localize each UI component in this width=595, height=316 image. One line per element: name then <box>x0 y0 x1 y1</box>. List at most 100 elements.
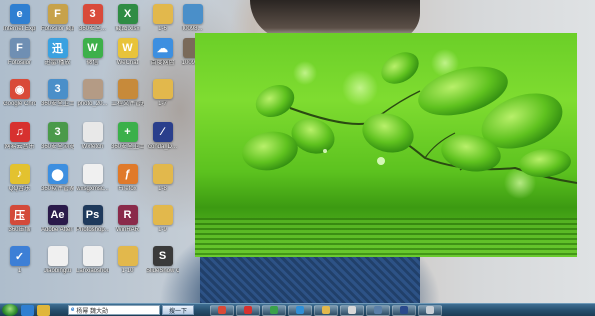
app-icon: 3 <box>47 79 68 99</box>
image-viewer-icon <box>426 306 434 314</box>
desktop-icon-label: 360压缩 <box>8 227 31 233</box>
wechat-icon: W <box>82 38 103 58</box>
document-icon <box>47 246 68 266</box>
desktop-icon[interactable]: ◉ Google Chrome <box>3 79 36 119</box>
document-icon <box>348 306 356 314</box>
taskbar-button[interactable] <box>210 304 234 316</box>
taskbar-button[interactable] <box>288 304 312 316</box>
folder-icon <box>152 4 173 24</box>
taskbar-button[interactable] <box>340 304 364 316</box>
taskbar-button[interactable] <box>418 304 442 316</box>
app-icon: 压 <box>9 205 30 225</box>
desktop-icon[interactable]: ƒ Firefox <box>111 164 144 204</box>
desktop-icon[interactable]: ♫ 网易云音乐 <box>3 122 36 162</box>
desktop-icon[interactable]: Ae Adobe After Effects CC... <box>41 205 74 245</box>
desktop-icon-label: 1-9 <box>158 227 167 233</box>
taskbar-pinned-apps <box>208 304 442 316</box>
desktop-icon[interactable]: 迅迅雷/播放 <box>41 38 74 78</box>
firefox-icon: ƒ <box>117 164 138 184</box>
document-icon <box>82 164 103 184</box>
desktop-icon[interactable]: 1-10 <box>111 246 144 286</box>
desktop-icon[interactable]: Wxfetch <box>76 122 109 162</box>
taskbar-button[interactable] <box>392 304 416 316</box>
desktop-icon[interactable]: 压 360压缩 <box>3 205 36 245</box>
desktop-icon-label: Adobe After Effects CC... <box>41 227 74 233</box>
desktop-icon-label: QQ音乐 <box>8 186 31 192</box>
desktop-icon[interactable]: S SlideShow Creator <box>146 246 179 286</box>
after-effects-icon: Ae <box>47 205 68 225</box>
desktop-icon[interactable]: ⬤ 360软件管家 <box>41 164 74 204</box>
desktop-icon-label: 360安全... <box>78 26 106 32</box>
app-icon: S <box>152 246 173 266</box>
desktop-icon-label: Firefox <box>118 186 137 192</box>
app-icon: 迅 <box>47 38 68 58</box>
chrome-icon <box>218 306 226 314</box>
app-icon <box>117 79 138 99</box>
netease-music-icon <box>244 306 252 314</box>
desktop-icon[interactable]: 1-8 <box>146 164 179 204</box>
taskbar-button[interactable] <box>262 304 286 316</box>
desktop-icon[interactable]: F Fotosilor <box>3 38 36 78</box>
desktop-icon[interactable]: photo_20... <box>76 79 109 119</box>
document-icon <box>82 122 103 142</box>
desktop-icon-label: Photoshop... <box>76 227 109 233</box>
quick-launch-ie-icon[interactable] <box>21 304 34 316</box>
desktop-icon[interactable]: 3 360安全卫士 <box>41 79 74 119</box>
desktop-icon[interactable]: 1-7 <box>146 79 179 119</box>
desktop-icon[interactable]: ∕ conda_D... <box>146 122 179 162</box>
chrome-icon: ◉ <box>9 79 30 99</box>
netease-music-icon: ♫ <box>9 122 30 142</box>
desktop-icon[interactable]: 工程文件管理 <box>111 79 144 119</box>
water-reflection <box>195 218 577 257</box>
desktop-icon-label: 1-8 <box>158 186 167 192</box>
desktop-icon[interactable]: W WeChat <box>111 38 144 78</box>
360-browser-icon <box>270 306 278 314</box>
desktop-icon-label: Google Chrome <box>3 101 36 107</box>
desktop-icon[interactable]: 1-9 <box>146 205 179 245</box>
app-icon: ⬤ <box>47 164 68 184</box>
desktop-icon[interactable]: ☁ 百度网盘 <box>146 38 179 78</box>
qq-music-icon: ♪ <box>9 164 30 184</box>
desktop-icon[interactable]: Ps Photoshop... <box>76 205 109 245</box>
taskbar-search-input[interactable]: e 杨幂 魏大勋 <box>68 305 160 315</box>
desktop-icon-label: Lanxiaoshou <box>76 268 109 274</box>
cloud-drive-icon: ☁ <box>152 38 173 58</box>
desktop-icon-label: 360安全卫士 <box>111 144 144 150</box>
desktop-icon-label: Fotosilor 截图程序... <box>41 26 74 32</box>
app-icon: + <box>117 122 138 142</box>
desktop-icon[interactable]: R WinRAR <box>111 205 144 245</box>
desktop-icon-label: 360安全卫士 <box>41 101 74 107</box>
folder-icon <box>117 246 138 266</box>
desktop-icon[interactable]: 3 360安全浏览器 <box>41 122 74 162</box>
desktop-icon-label: Wxfetch <box>81 144 104 150</box>
image-viewer-window[interactable] <box>195 33 577 257</box>
desktop-icon[interactable]: +360安全卫士 <box>111 122 144 162</box>
taskbar-button[interactable] <box>314 304 338 316</box>
desktop-icon[interactable]: Lanxiaoshou <box>76 246 109 286</box>
internet-explorer-icon: e <box>9 4 30 24</box>
app-icon: ∕ <box>152 122 173 142</box>
image-app-icon: F <box>47 4 68 24</box>
desktop-icon[interactable]: ♪ QQ音乐 <box>3 164 36 204</box>
app-icon: ✓ <box>9 246 30 266</box>
taskbar-button[interactable] <box>236 304 260 316</box>
winrar-icon: R <box>117 205 138 225</box>
desktop-icon-label: 工程文件管理 <box>111 101 144 107</box>
windows-start-icon[interactable] <box>2 304 18 316</box>
desktop-icon-label: WinRAR <box>115 227 139 233</box>
desktop-icon[interactable]: wxsgxmsc... <box>76 164 109 204</box>
search-button[interactable]: 搜一下 <box>162 305 194 315</box>
desktop-icon[interactable]: ✓ 1 <box>3 246 36 286</box>
image-app-icon: 3 <box>82 4 103 24</box>
excel-file-icon: X <box>117 4 138 24</box>
folder-icon <box>152 205 173 225</box>
desktop-icon-label: WeChat <box>116 60 139 66</box>
desktop-icon-label: 截图.xlsx <box>115 26 140 32</box>
desktop-icon[interactable]: W 微信 <box>76 38 109 78</box>
folder-icon <box>152 79 173 99</box>
quick-launch-folder-icon[interactable] <box>37 304 50 316</box>
taskbar-button[interactable] <box>366 304 390 316</box>
wallpaper-photo-sweater <box>200 255 420 305</box>
desktop-icon[interactable]: Jiaobingtu <box>41 246 74 286</box>
pen-tool-icon <box>400 306 408 314</box>
